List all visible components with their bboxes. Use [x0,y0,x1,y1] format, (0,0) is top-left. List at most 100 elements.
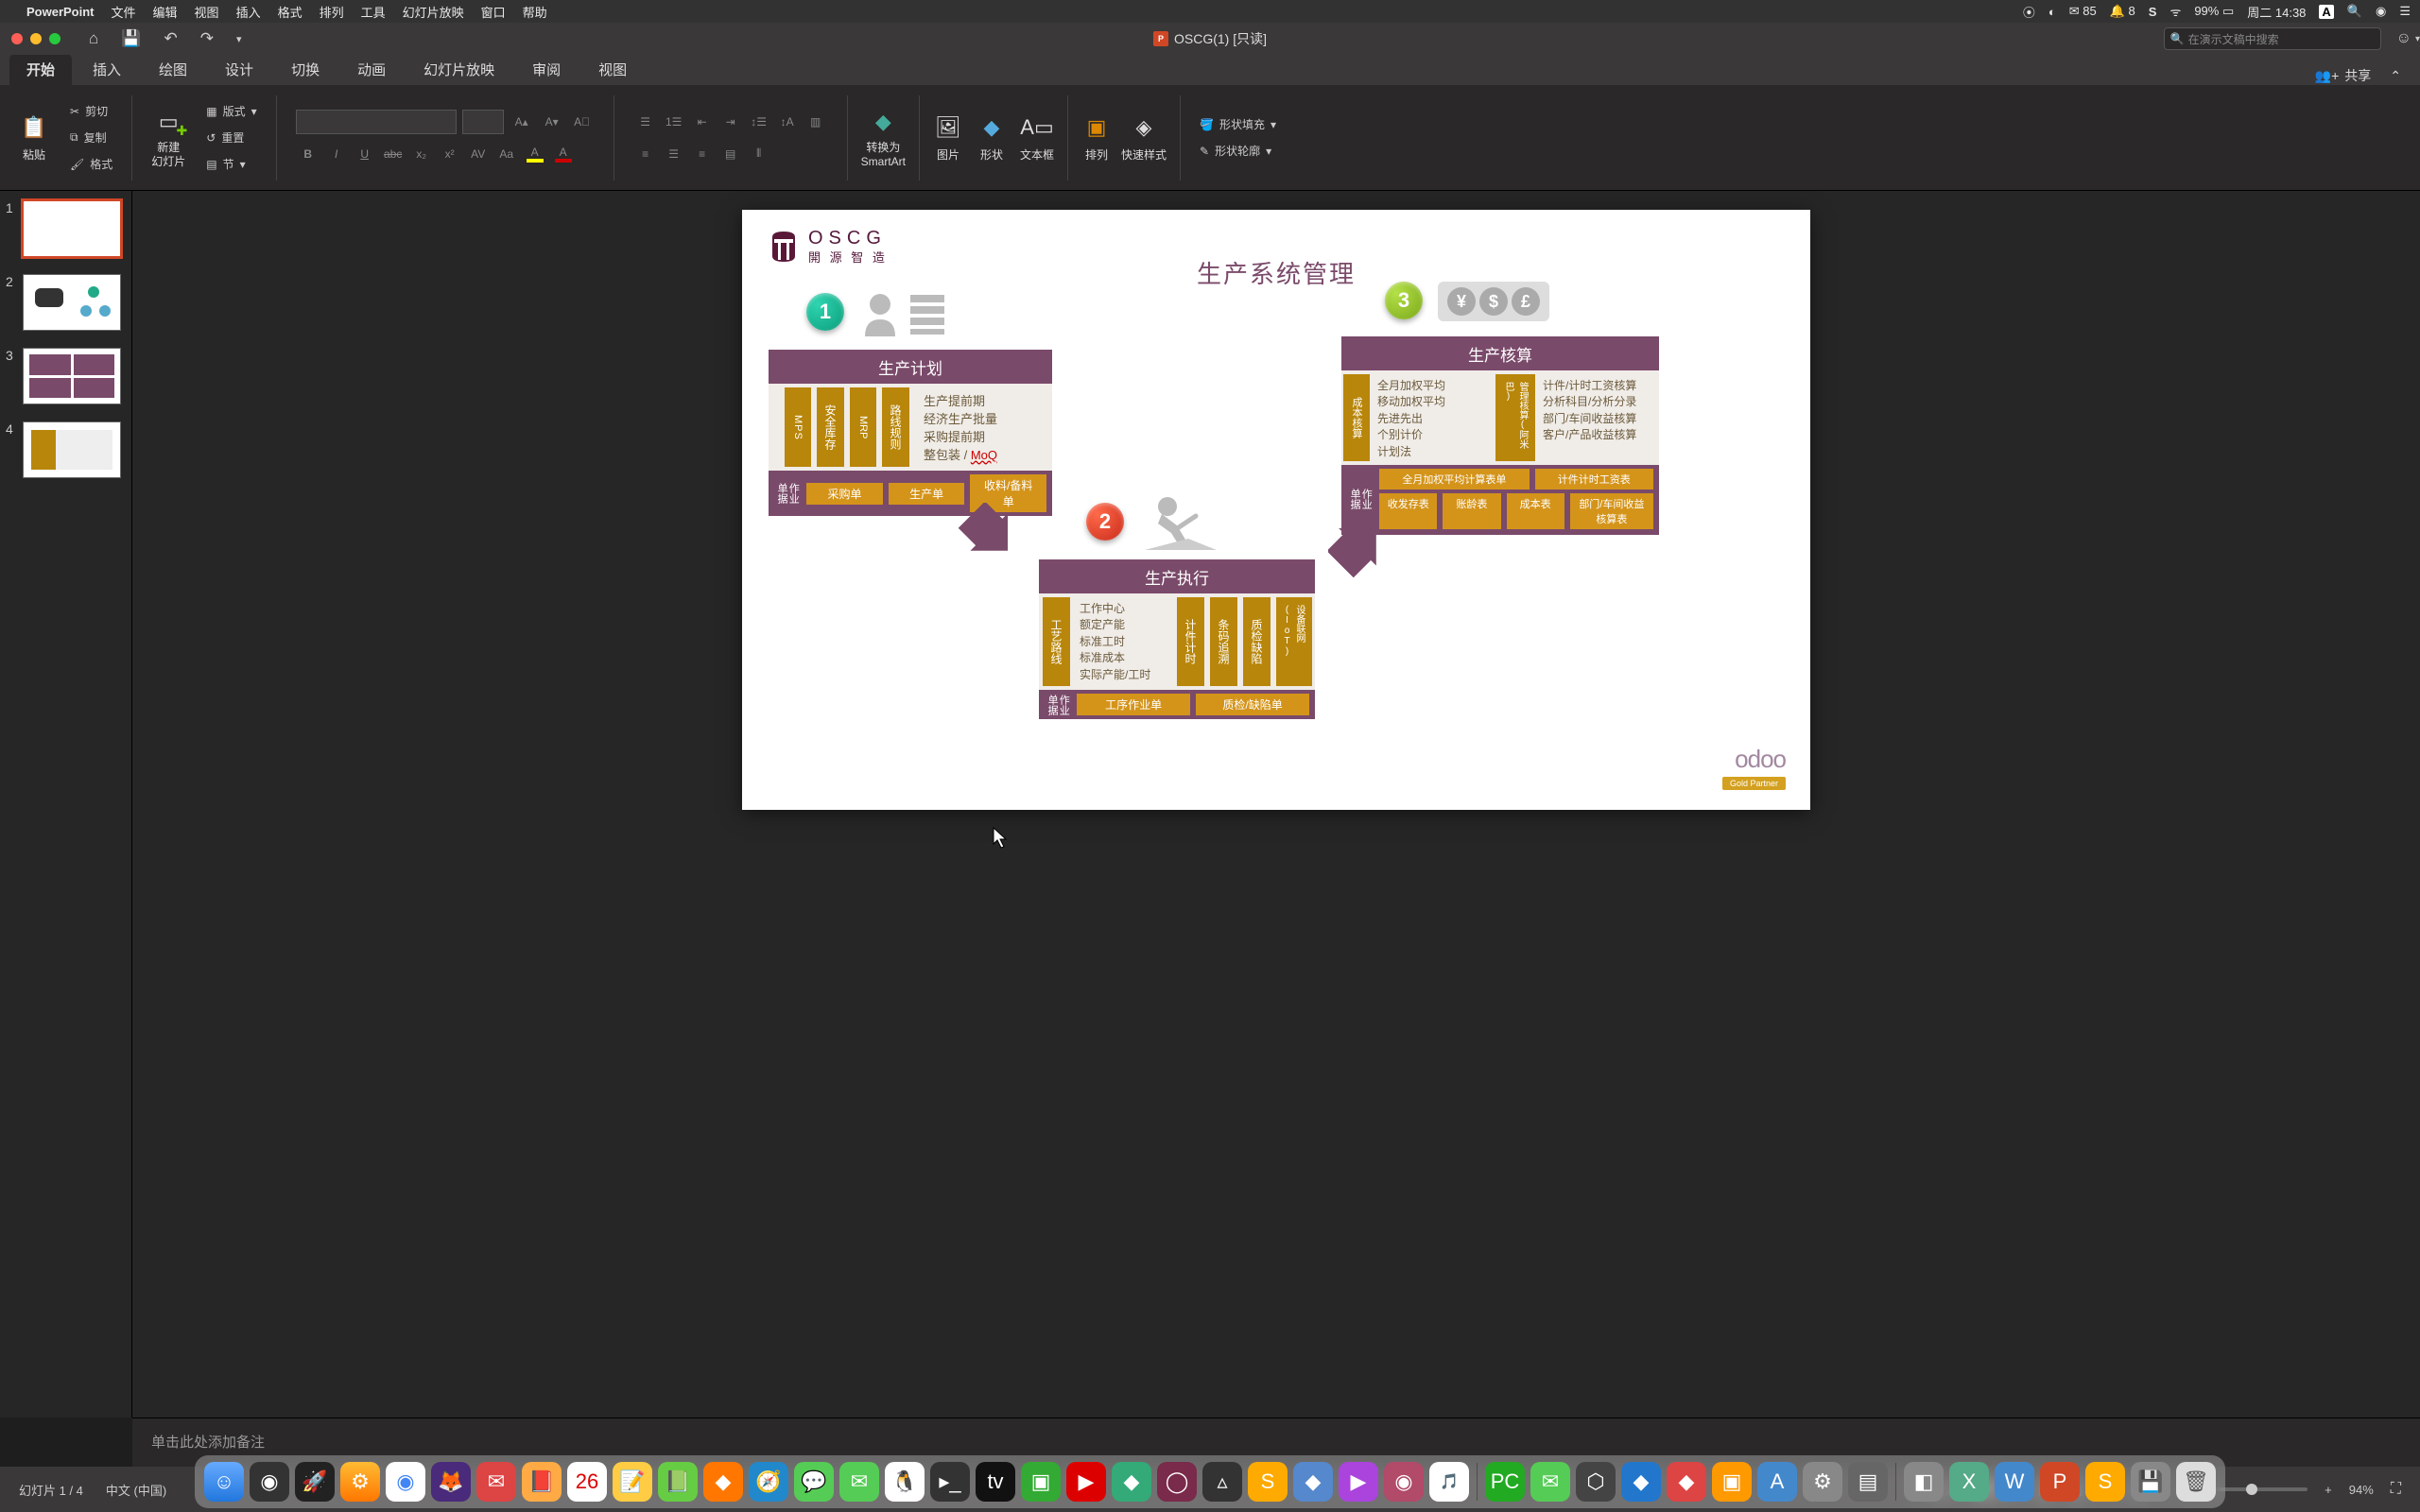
layout-button[interactable]: ▦版式 ▾ [206,100,256,123]
search-input[interactable]: 🔍 在演示文稿中搜索 [2164,27,2381,50]
titlebar-more-icon[interactable]: ▾ [2415,34,2420,44]
dock-sublime[interactable]: S [1248,1462,1288,1502]
close-button[interactable] [11,33,23,44]
smartart-button[interactable]: ◆ 转换为 SmartArt [861,107,906,168]
slide-canvas[interactable]: OSCG 開 源 智 造 生产系统管理 1 生产计划 MPS [132,191,2420,1418]
dock-excel[interactable]: X [1949,1462,1989,1502]
statusitem-wechat-icon[interactable]: ✉ 85 [2069,4,2097,19]
dock-app2[interactable]: ▣ [1021,1462,1061,1502]
statusitem-s-icon[interactable]: S [2149,5,2157,19]
statusitem-controlcenter-icon[interactable]: ☰ [2399,4,2411,19]
numbering-button[interactable]: 1☰ [662,110,686,134]
section-button[interactable]: ▤节 ▾ [206,153,245,176]
outdent-button[interactable]: ⇤ [690,110,715,134]
dock-qq[interactable]: 🐧 [885,1462,925,1502]
dock-launchpad[interactable]: 🚀 [295,1462,335,1502]
tab-transitions[interactable]: 切换 [274,54,337,85]
statusitem-cloud-icon[interactable]: ◐ [2048,5,2056,19]
bold-button[interactable]: B [296,142,320,166]
language-indicator[interactable]: 中文 (中国) [106,1481,166,1499]
qat-more-icon[interactable]: ▾ [236,33,242,45]
align-justify-button[interactable]: ▤ [718,142,743,166]
dock-chrome[interactable]: ◉ [386,1462,425,1502]
dock-messages[interactable]: 💬 [794,1462,834,1502]
save-icon[interactable]: 💾 [121,29,141,48]
dock-safari[interactable]: 🧭 [749,1462,788,1502]
dock-youtube[interactable]: ▶ [1066,1462,1106,1502]
underline-button[interactable]: U [353,142,377,166]
font-size-select[interactable] [462,110,504,134]
thumb-3[interactable]: 3 [6,348,126,404]
dock-app7[interactable]: ▶ [1339,1462,1378,1502]
decrease-font-icon[interactable]: A▾ [540,110,564,134]
dock-app11[interactable]: ⬡ [1576,1462,1616,1502]
arrange-button[interactable]: ▣排列 [1081,112,1112,163]
dock-terminal[interactable]: ▸_ [930,1462,970,1502]
font-family-select[interactable] [296,110,457,134]
tab-draw[interactable]: 绘图 [142,54,204,85]
thumb-1[interactable]: 1 [6,200,126,257]
dock-settings[interactable]: ⚙ [1803,1462,1842,1502]
dock-app1[interactable]: ◆ [703,1462,743,1502]
menubar-app[interactable]: PowerPoint [26,5,95,19]
minimize-button[interactable] [30,33,42,44]
dock-app8[interactable]: ◉ [1384,1462,1424,1502]
picture-button[interactable]: 🖼图片 [933,112,963,163]
dock-contacts[interactable]: 📕 [522,1462,562,1502]
home-icon[interactable]: ⌂ [89,29,98,48]
menu-tools[interactable]: 工具 [361,3,386,21]
menu-edit[interactable]: 编辑 [153,3,178,21]
textdirection-button[interactable]: ↕A [775,110,800,134]
redo-icon[interactable]: ↷ [200,29,214,48]
align-right-button[interactable]: ≡ [690,142,715,166]
dock-vscode[interactable]: ◆ [1621,1462,1661,1502]
align-left-button[interactable]: ≡ [633,142,658,166]
zoom-percent[interactable]: 94% [2349,1483,2374,1497]
share-button[interactable]: 👥+ 共享 ⌃ [2315,66,2401,85]
dock-word[interactable]: W [1995,1462,2034,1502]
menu-view[interactable]: 视图 [195,3,219,21]
dock-app10[interactable]: ✉ [1530,1462,1570,1502]
highlight-button[interactable]: A [523,142,547,166]
reset-button[interactable]: ↺重置 [206,127,244,149]
statusitem-rec-icon[interactable]: ⦿ [2023,3,2035,21]
dock-firefox[interactable]: 🦊 [431,1462,471,1502]
dock-app14[interactable]: ▤ [1848,1462,1888,1502]
dock-app5[interactable]: ▵ [1202,1462,1242,1502]
fontcolor-button[interactable]: A [551,142,576,166]
menu-window[interactable]: 窗口 [481,3,506,21]
thumb-4[interactable]: 4 [6,421,126,478]
menu-help[interactable]: 帮助 [523,3,547,21]
strike-button[interactable]: abc [381,142,406,166]
dock-app3[interactable]: ◆ [1112,1462,1151,1502]
quickstyle-button[interactable]: ◈快速样式 [1121,112,1167,163]
dock-app12[interactable]: ◆ [1667,1462,1706,1502]
dock-automator[interactable]: ⚙ [340,1462,380,1502]
tab-slideshow[interactable]: 幻灯片放映 [406,54,511,85]
columns-button[interactable]: ▥ [804,110,828,134]
dock-app15[interactable]: ◧ [1904,1462,1944,1502]
fit-to-window-icon[interactable]: ⛶ [2391,1481,2401,1498]
menu-format[interactable]: 格式 [278,3,302,21]
tab-home[interactable]: 开始 [9,54,72,85]
feedback-icon[interactable]: ☺ [2396,30,2411,47]
italic-button[interactable]: I [324,142,349,166]
indent-button[interactable]: ⇥ [718,110,743,134]
statusitem-battery[interactable]: 99% ▭ [2194,4,2234,19]
distribute-button[interactable]: ⫴ [747,142,771,166]
clear-format-icon[interactable]: A⃠ [570,110,595,134]
menu-file[interactable]: 文件 [112,3,136,21]
dock-tv[interactable]: tv [976,1462,1015,1502]
shapes-button[interactable]: ◆形状 [977,112,1007,163]
dock-appstore[interactable]: A [1757,1462,1797,1502]
dock-disk[interactable]: 💾 [2131,1462,2170,1502]
ribbon-collapse-icon[interactable]: ⌃ [2390,68,2401,84]
statusitem-wifi-icon[interactable]: ᯤ [2169,3,2181,20]
charspacing-button[interactable]: AV [466,142,491,166]
statusitem-clock[interactable]: 周二 14:38 [2247,3,2306,21]
dock-books[interactable]: 📗 [658,1462,698,1502]
statusitem-bell-icon[interactable]: 🔔 8 [2110,4,2135,19]
superscript-button[interactable]: x² [438,142,462,166]
format-painter-button[interactable]: 🖌格式 [70,153,112,176]
dock-finder[interactable]: ☺ [204,1462,244,1502]
